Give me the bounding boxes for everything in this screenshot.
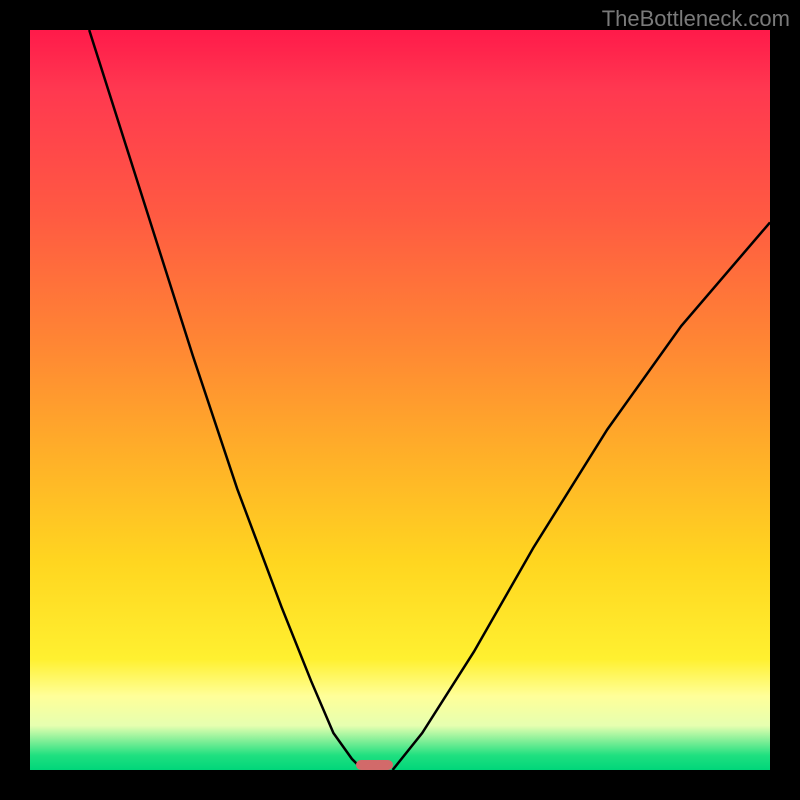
left-curve	[89, 30, 363, 770]
right-curve	[393, 222, 770, 770]
chart-plot-area	[30, 30, 770, 770]
chart-frame: TheBottleneck.com	[0, 0, 800, 800]
watermark-text: TheBottleneck.com	[602, 6, 790, 32]
minimum-marker	[356, 760, 393, 770]
curve-layer	[30, 30, 770, 770]
